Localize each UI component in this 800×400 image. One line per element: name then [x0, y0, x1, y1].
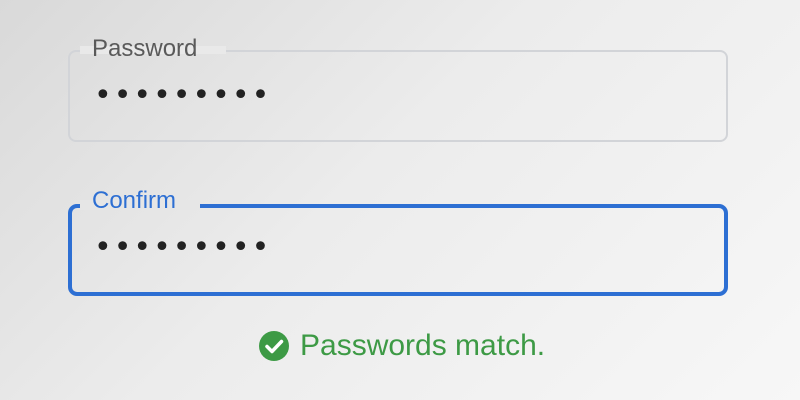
- password-input[interactable]: •••••••••: [94, 78, 694, 114]
- status-message: Passwords match.: [300, 329, 546, 362]
- confirm-password-field[interactable]: Confirm •••••••••: [68, 187, 728, 296]
- confirm-password-input[interactable]: •••••••••: [94, 230, 694, 266]
- check-circle-icon: [258, 330, 290, 362]
- password-label: Password: [92, 35, 198, 62]
- password-match-status: Passwords match.: [258, 328, 545, 364]
- confirm-label: Confirm: [92, 187, 177, 214]
- password-field[interactable]: Password •••••••••: [68, 35, 728, 142]
